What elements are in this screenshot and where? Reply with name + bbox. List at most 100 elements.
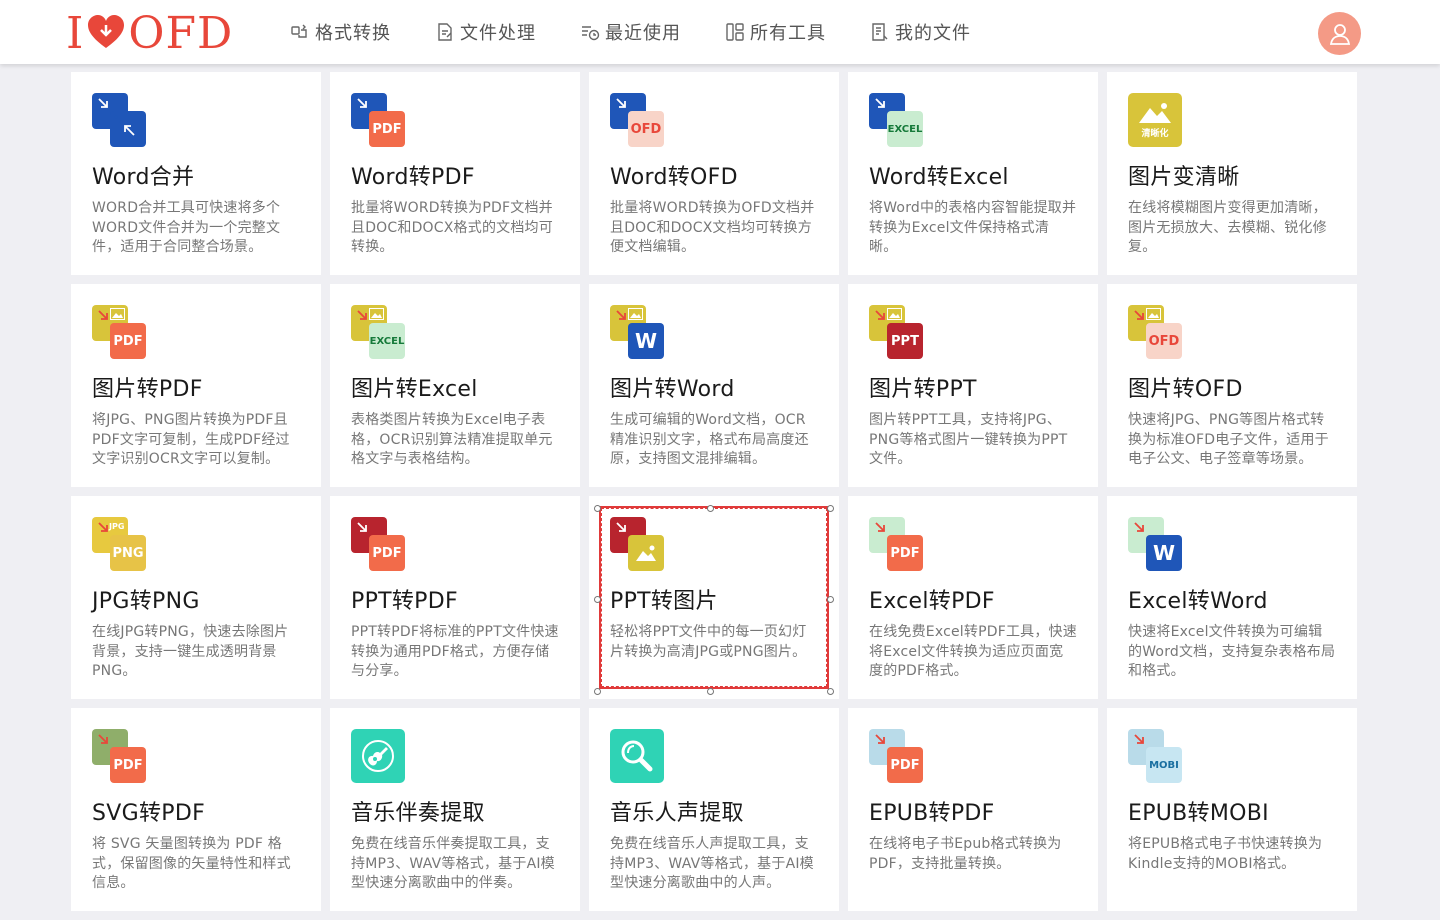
svg-to-pdf-icon: PDF <box>92 729 148 785</box>
icon-badge-text: MOBI <box>1149 759 1179 771</box>
tool-description: PPT转PDF将标准的PPT文件快速转换为通用PDF格式，方便存储与分享。 <box>351 624 559 679</box>
tool-card[interactable]: PPT转图片 轻松将PPT文件中的每一页幻灯片转换为高清JPG或PNG图片。 <box>589 496 839 699</box>
tool-card[interactable]: PPT 图片转PPT 图片转PPT工具，支持将JPG、PNG等格式图片一键转换为… <box>848 284 1098 487</box>
image-enhance-icon: 清晰化 <box>1128 93 1184 149</box>
image-to-ofd-icon: OFD <box>1128 305 1184 361</box>
convert-icon <box>291 24 307 38</box>
tool-card[interactable]: 清晰化 图片变清晰 在线将模糊图片变得更加清晰，图片无损放大、去模糊、锐化修复。 <box>1107 72 1357 275</box>
selection-handle[interactable] <box>707 505 714 512</box>
tool-card[interactable]: MOBI EPUB转MOBI 将EPUB格式电子书快速转换为Kindle支持的M… <box>1107 708 1357 911</box>
tool-description: 批量将WORD转换为PDF文档并且DOC和DOCX格式的文档均可转换。 <box>351 200 553 255</box>
selection-handle[interactable] <box>594 688 601 695</box>
nav-file-processing[interactable]: 文件处理 <box>435 19 536 45</box>
tool-card[interactable]: W 图片转Word 生成可编辑的Word文档，OCR精准识别文字，格式布局高度还… <box>589 284 839 487</box>
ppt-to-pdf-icon: PDF <box>351 517 407 573</box>
icon-badge-text: PDF <box>113 333 143 349</box>
arrow-icon <box>875 522 885 532</box>
selection-handle[interactable] <box>594 505 601 512</box>
tool-card[interactable]: PDF SVG转PDF 将 SVG 矢量图转换为 PDF 格式，保留图像的矢量特… <box>71 708 321 911</box>
tool-card[interactable]: PDF Excel转PDF 在线免费Excel转PDF工具，快速将Excel文件… <box>848 496 1098 699</box>
arrow-icon <box>875 734 885 744</box>
tool-card[interactable]: Word合并 WORD合并工具可快速将多个WORD文件合并为一个完整文件，适用于… <box>71 72 321 275</box>
tool-card[interactable]: PDF 图片转PDF 将JPG、PNG图片转换为PDF且PDF文字可复制，生成P… <box>71 284 321 487</box>
tool-description: 将EPUB格式电子书快速转换为Kindle支持的MOBI格式。 <box>1128 836 1323 872</box>
tool-title: PPT转PDF <box>351 589 458 614</box>
tool-card[interactable]: OFD Word转OFD 批量将WORD转换为OFD文档并且DOC和DOCX文档… <box>589 72 839 275</box>
tool-card[interactable]: PDF EPUB转PDF 在线将电子书Epub格式转换为PDF，支持批量转换。 <box>848 708 1098 911</box>
image-glyph-icon <box>369 308 384 320</box>
excel-to-pdf-icon: PDF <box>869 517 925 573</box>
arrow-icon <box>98 98 108 108</box>
selection-handle[interactable] <box>827 596 834 603</box>
selection-handle[interactable] <box>827 505 834 512</box>
tool-title: PPT转图片 <box>610 589 718 614</box>
tool-card[interactable]: JPG PNG JPG转PNG 在线JPG转PNG，快速去除图片背景，支持一键生… <box>71 496 321 699</box>
tool-description: 在线将电子书Epub格式转换为PDF，支持批量转换。 <box>869 836 1062 872</box>
epub-to-mobi-icon: MOBI <box>1128 729 1184 785</box>
tool-description: 快速将Excel文件转换为可编辑的Word文档，支持复杂表格布局和格式。 <box>1128 624 1336 679</box>
arrow-icon <box>616 98 626 108</box>
arrow-icon <box>1134 310 1144 320</box>
tool-card[interactable]: 音乐人声提取 免费在线音乐人声提取工具，支持MP3、WAV等格式，基于AI模型快… <box>589 708 839 911</box>
nav-my-files[interactable]: 我的文件 <box>870 19 971 45</box>
tool-description: 表格类图片转换为Excel电子表格，OCR识别算法精准提取单元格文字与表格结构。 <box>351 412 553 467</box>
nav-recent[interactable]: 最近使用 <box>580 19 681 45</box>
tool-title: SVG转PDF <box>92 801 206 826</box>
tool-card[interactable]: 音乐伴奏提取 免费在线音乐伴奏提取工具，支持MP3、WAV等格式，基于AI模型快… <box>330 708 580 911</box>
tool-card[interactable]: W Excel转Word 快速将Excel文件转换为可编辑的Word文档，支持复… <box>1107 496 1357 699</box>
icon-badge-text: EXCEL <box>887 123 923 135</box>
arrow-icon <box>875 98 885 108</box>
jpg-to-png-icon: JPG PNG <box>92 517 148 573</box>
excel-to-word-icon: W <box>1128 517 1184 573</box>
user-avatar[interactable] <box>1318 12 1361 55</box>
tool-title: 音乐人声提取 <box>610 801 744 826</box>
arrow-icon <box>98 310 108 320</box>
arrow-icon <box>98 522 108 532</box>
selection-handle[interactable] <box>707 688 714 695</box>
top-navbar: I OFD 格式转换 文件处理 最近使用 所有工具 我的文件 <box>0 0 1440 64</box>
word-merge-icon <box>92 93 148 149</box>
selection-handle[interactable] <box>827 688 834 695</box>
tool-title: JPG转PNG <box>92 589 200 614</box>
tool-description: WORD合并工具可快速将多个WORD文件合并为一个完整文件，适用于合同整合场景。 <box>92 200 281 255</box>
tool-title: 图片转PPT <box>869 377 977 402</box>
image-to-excel-icon: EXCEL <box>351 305 407 361</box>
tool-title: Excel转Word <box>1128 589 1268 614</box>
icon-badge-text: PNG <box>112 545 144 561</box>
vocal-search-icon <box>610 729 666 785</box>
ppt-to-image-icon <box>610 517 666 573</box>
icon-badge-text: PDF <box>372 121 402 137</box>
tool-card[interactable]: OFD 图片转OFD 快速将JPG、PNG等图片格式转换为标准OFD电子文件，适… <box>1107 284 1357 487</box>
tool-description: 批量将WORD转换为OFD文档并且DOC和DOCX文档均可转换方便文档编辑。 <box>610 200 815 255</box>
tool-card[interactable]: PDF PPT转PDF PPT转PDF将标准的PPT文件快速转换为通用PDF格式… <box>330 496 580 699</box>
tool-description: 轻松将PPT文件中的每一页幻灯片转换为高清JPG或PNG图片。 <box>610 624 807 660</box>
image-to-ppt-icon: PPT <box>869 305 925 361</box>
icon-badge-text: OFD <box>1148 333 1180 349</box>
logo-letters-ofd: OFD <box>128 7 234 59</box>
tool-description: 图片转PPT工具，支持将JPG、PNG等格式图片一键转换为PPT文件。 <box>869 412 1068 467</box>
arrow-icon <box>616 310 626 320</box>
arrow-icon <box>357 98 367 108</box>
grid-icon <box>726 23 744 41</box>
user-icon <box>1329 23 1350 45</box>
tool-description: 免费在线音乐人声提取工具，支持MP3、WAV等格式，基于AI模型快速分离歌曲中的… <box>610 836 814 891</box>
image-glyph-icon <box>628 308 643 320</box>
tool-description: 在线JPG转PNG，快速去除图片背景，支持一键生成透明背景PNG。 <box>92 624 289 679</box>
tool-title: EPUB转MOBI <box>1128 801 1269 826</box>
tool-card[interactable]: EXCEL 图片转Excel 表格类图片转换为Excel电子表格，OCR识别算法… <box>330 284 580 487</box>
tool-card[interactable]: EXCEL Word转Excel 将Word中的表格内容智能提取并转换为Exce… <box>848 72 1098 275</box>
tool-title: 图片变清晰 <box>1128 165 1240 190</box>
tool-description: 快速将JPG、PNG等图片格式转换为标准OFD电子文件，适用于电子公文、电子签章… <box>1128 412 1329 467</box>
tool-description: 将JPG、PNG图片转换为PDF且PDF文字可复制，生成PDF经过文字识别OCR… <box>92 412 290 467</box>
tool-card[interactable]: PDF Word转PDF 批量将WORD转换为PDF文档并且DOC和DOCX格式… <box>330 72 580 275</box>
selection-handle[interactable] <box>594 596 601 603</box>
guitar-icon <box>351 729 407 785</box>
nav-all-tools[interactable]: 所有工具 <box>725 19 826 45</box>
nav-format-convert[interactable]: 格式转换 <box>290 19 391 45</box>
site-logo[interactable]: I OFD <box>66 7 233 59</box>
icon-badge-text: PPT <box>891 333 919 349</box>
arrow-icon <box>1134 734 1144 744</box>
tool-title: 图片转Excel <box>351 377 478 402</box>
tool-description: 将 SVG 矢量图转换为 PDF 格式，保留图像的矢量特性和样式信息。 <box>92 836 291 891</box>
tool-description: 在线将模糊图片变得更加清晰，图片无损放大、去模糊、锐化修复。 <box>1128 200 1327 255</box>
